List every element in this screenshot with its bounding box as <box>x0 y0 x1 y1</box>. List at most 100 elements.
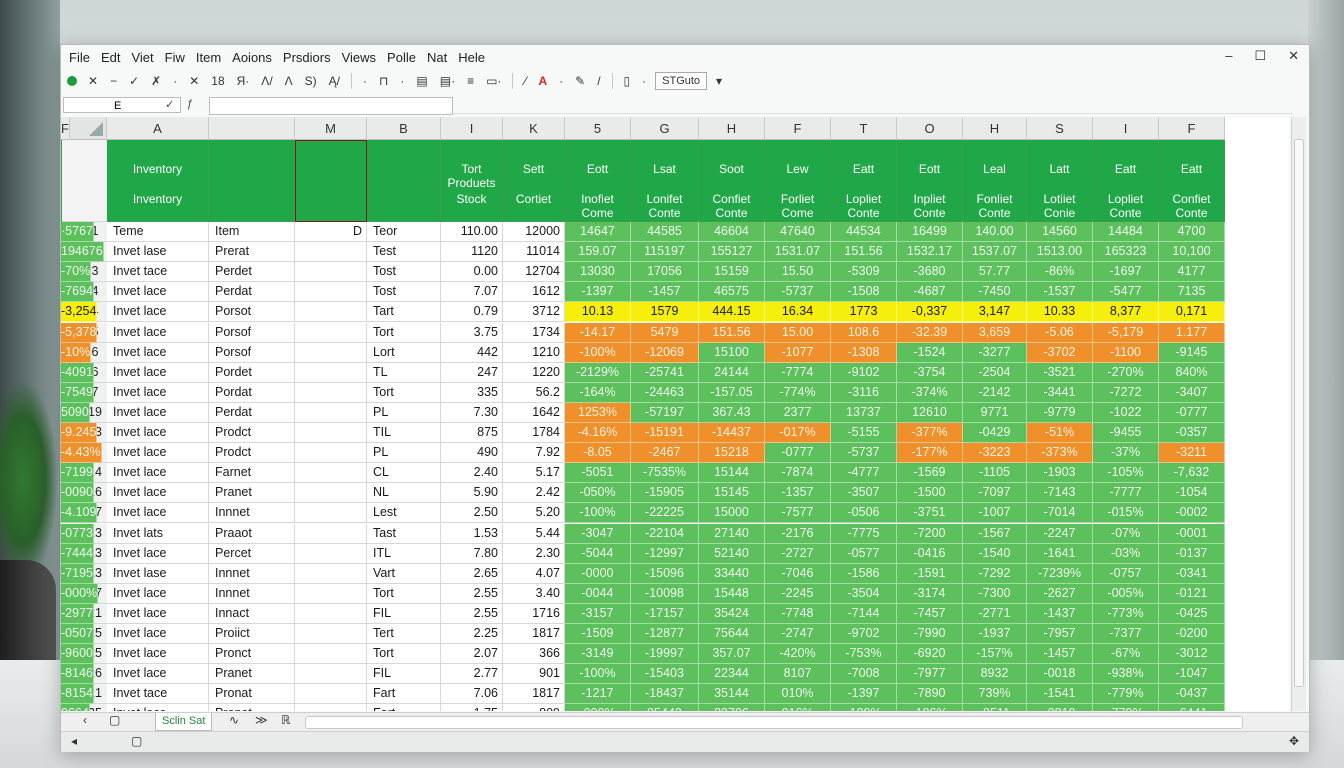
metric-cell[interactable]: -7549 <box>61 382 94 403</box>
metric-cell[interactable]: 35424 <box>699 603 765 624</box>
cell-b[interactable]: Porsof <box>209 322 295 343</box>
cell-m[interactable] <box>295 463 367 484</box>
toolbar-button-9-icon[interactable]: Λ <box>282 74 296 88</box>
cell-c[interactable]: Tast <box>367 523 441 544</box>
metric-cell[interactable]: -774% <box>765 382 831 403</box>
column-header-11[interactable]: O <box>897 117 963 140</box>
cell-k[interactable]: 1210 <box>503 342 565 363</box>
cell-m[interactable] <box>295 503 367 524</box>
metric-cell[interactable]: 10.33 <box>1027 302 1093 323</box>
cell-k[interactable]: 366 <box>503 644 565 665</box>
metric-cell[interactable]: -14.17 <box>565 322 631 343</box>
cell-b[interactable]: Innnet <box>209 503 295 524</box>
cell-b[interactable]: Prerat <box>209 242 295 263</box>
metric-cell[interactable]: 8932 <box>963 664 1027 685</box>
cell-m[interactable] <box>295 282 367 303</box>
column-header-14[interactable]: I <box>1093 117 1159 140</box>
metric-cell[interactable]: -5051 <box>565 463 631 484</box>
metric-cell[interactable]: -3277 <box>963 342 1027 363</box>
cell-i[interactable]: 2.50 <box>441 503 503 524</box>
cell-c[interactable]: Lest <box>367 503 441 524</box>
metric-cell[interactable]: -14437 <box>699 423 765 444</box>
toolbar-button-13-icon[interactable]: ⊓ <box>376 74 391 88</box>
metric-cell[interactable]: -1541 <box>1027 684 1093 705</box>
metric-cell[interactable]: -0137 <box>1159 543 1225 564</box>
metric-cell[interactable]: -4091 <box>61 362 94 383</box>
metric-cell[interactable]: -017% <box>765 423 831 444</box>
status-move-icon[interactable]: ✥ <box>1289 734 1299 748</box>
metric-cell[interactable]: -1217 <box>565 684 631 705</box>
toolbar-button-15-icon[interactable]: ▤ <box>413 74 430 88</box>
toolbar-button-12-icon[interactable]: · <box>360 74 370 88</box>
cell-m[interactable] <box>295 423 367 444</box>
metric-cell[interactable]: -938% <box>1093 664 1159 685</box>
cell-b[interactable]: Proiict <box>209 624 295 645</box>
metric-cell[interactable]: -5477 <box>1093 282 1159 303</box>
metric-cell[interactable]: -7292 <box>963 563 1027 584</box>
metric-cell[interactable]: -7377 <box>1093 624 1159 645</box>
cell-a[interactable]: Invet lace <box>107 342 209 363</box>
toolbar-button-21-icon[interactable]: · <box>556 74 566 88</box>
cell-a[interactable]: Invet lace <box>107 543 209 564</box>
cell-i[interactable]: 2.25 <box>441 624 503 645</box>
metric-cell[interactable]: 9771 <box>963 402 1027 423</box>
cell-b[interactable]: Prodct <box>209 443 295 464</box>
metric-cell[interactable]: 444.15 <box>699 302 765 323</box>
metric-cell[interactable]: 15100 <box>699 342 765 363</box>
metric-cell[interactable]: -2142 <box>963 382 1027 403</box>
cell-k[interactable]: 12000 <box>503 222 565 243</box>
cell-k[interactable]: 11014 <box>503 242 565 263</box>
metric-cell[interactable]: 47640 <box>765 222 831 243</box>
cell-c[interactable]: Test <box>367 242 441 263</box>
metric-cell[interactable]: -0,337 <box>897 302 963 323</box>
metric-cell[interactable]: -2129% <box>565 362 631 383</box>
metric-cell[interactable]: -9600 <box>61 644 94 665</box>
metric-cell[interactable]: -5.06 <box>1027 322 1093 343</box>
name-box[interactable]: E <box>63 97 181 113</box>
cell-i[interactable]: 442 <box>441 342 503 363</box>
metric-cell[interactable]: -1569 <box>897 463 963 484</box>
metric-cell[interactable]: -12069 <box>631 342 699 363</box>
metric-cell[interactable]: -1937 <box>963 624 1027 645</box>
metric-cell[interactable]: -377% <box>897 423 963 444</box>
metric-cell[interactable]: -0577 <box>831 543 897 564</box>
metric-cell[interactable]: 15.00 <box>765 322 831 343</box>
column-header-5[interactable]: K <box>503 117 565 140</box>
cell-c[interactable]: PL <box>367 402 441 423</box>
metric-cell[interactable]: -7535% <box>631 463 699 484</box>
metric-cell[interactable]: 108.6 <box>831 322 897 343</box>
metric-cell[interactable]: -2247 <box>1027 523 1093 544</box>
cell-c[interactable]: Tort <box>367 583 441 604</box>
metric-cell[interactable]: -6920 <box>897 644 963 665</box>
cell-m[interactable] <box>295 242 367 263</box>
metric-cell[interactable]: 5479 <box>631 322 699 343</box>
menu-item-hele[interactable]: Hele <box>458 50 485 65</box>
metric-cell[interactable]: 4177 <box>1159 262 1225 283</box>
metric-cell[interactable]: -7774 <box>765 362 831 383</box>
toolbar-button-10-icon[interactable]: S) <box>302 74 320 88</box>
metric-cell[interactable]: -15096 <box>631 563 699 584</box>
metric-cell[interactable]: ·5767 <box>61 222 94 243</box>
metric-cell[interactable]: -0200 <box>1159 624 1225 645</box>
metric-cell[interactable]: -7097 <box>963 483 1027 504</box>
metric-cell[interactable]: -5044 <box>565 543 631 564</box>
metric-cell[interactable]: 151.56 <box>699 322 765 343</box>
metric-cell[interactable]: -0000 <box>565 563 631 584</box>
vertical-scroll-thumb[interactable] <box>1294 139 1304 687</box>
cell-m[interactable] <box>295 644 367 665</box>
column-header-15[interactable]: F <box>1159 117 1225 140</box>
format-icon[interactable]: ℝ <box>281 713 291 727</box>
metric-cell[interactable]: -2467 <box>631 443 699 464</box>
metric-cell[interactable]: 1532.17 <box>897 242 963 263</box>
cell-i[interactable]: 335 <box>441 382 503 403</box>
cell-i[interactable]: 2.55 <box>441 583 503 604</box>
cell-b[interactable]: Pranet <box>209 483 295 504</box>
cell-b[interactable]: Pronet <box>209 704 295 711</box>
cell-a[interactable]: Invet lace <box>107 463 209 484</box>
cell-c[interactable]: Tort <box>367 644 441 665</box>
metric-cell[interactable]: -0757 <box>1093 563 1159 584</box>
metric-cell[interactable]: 16.34 <box>765 302 831 323</box>
metric-cell[interactable]: -015% <box>1093 503 1159 524</box>
metric-cell[interactable]: 14484 <box>1093 222 1159 243</box>
cell-a[interactable]: Invet lace <box>107 583 209 604</box>
